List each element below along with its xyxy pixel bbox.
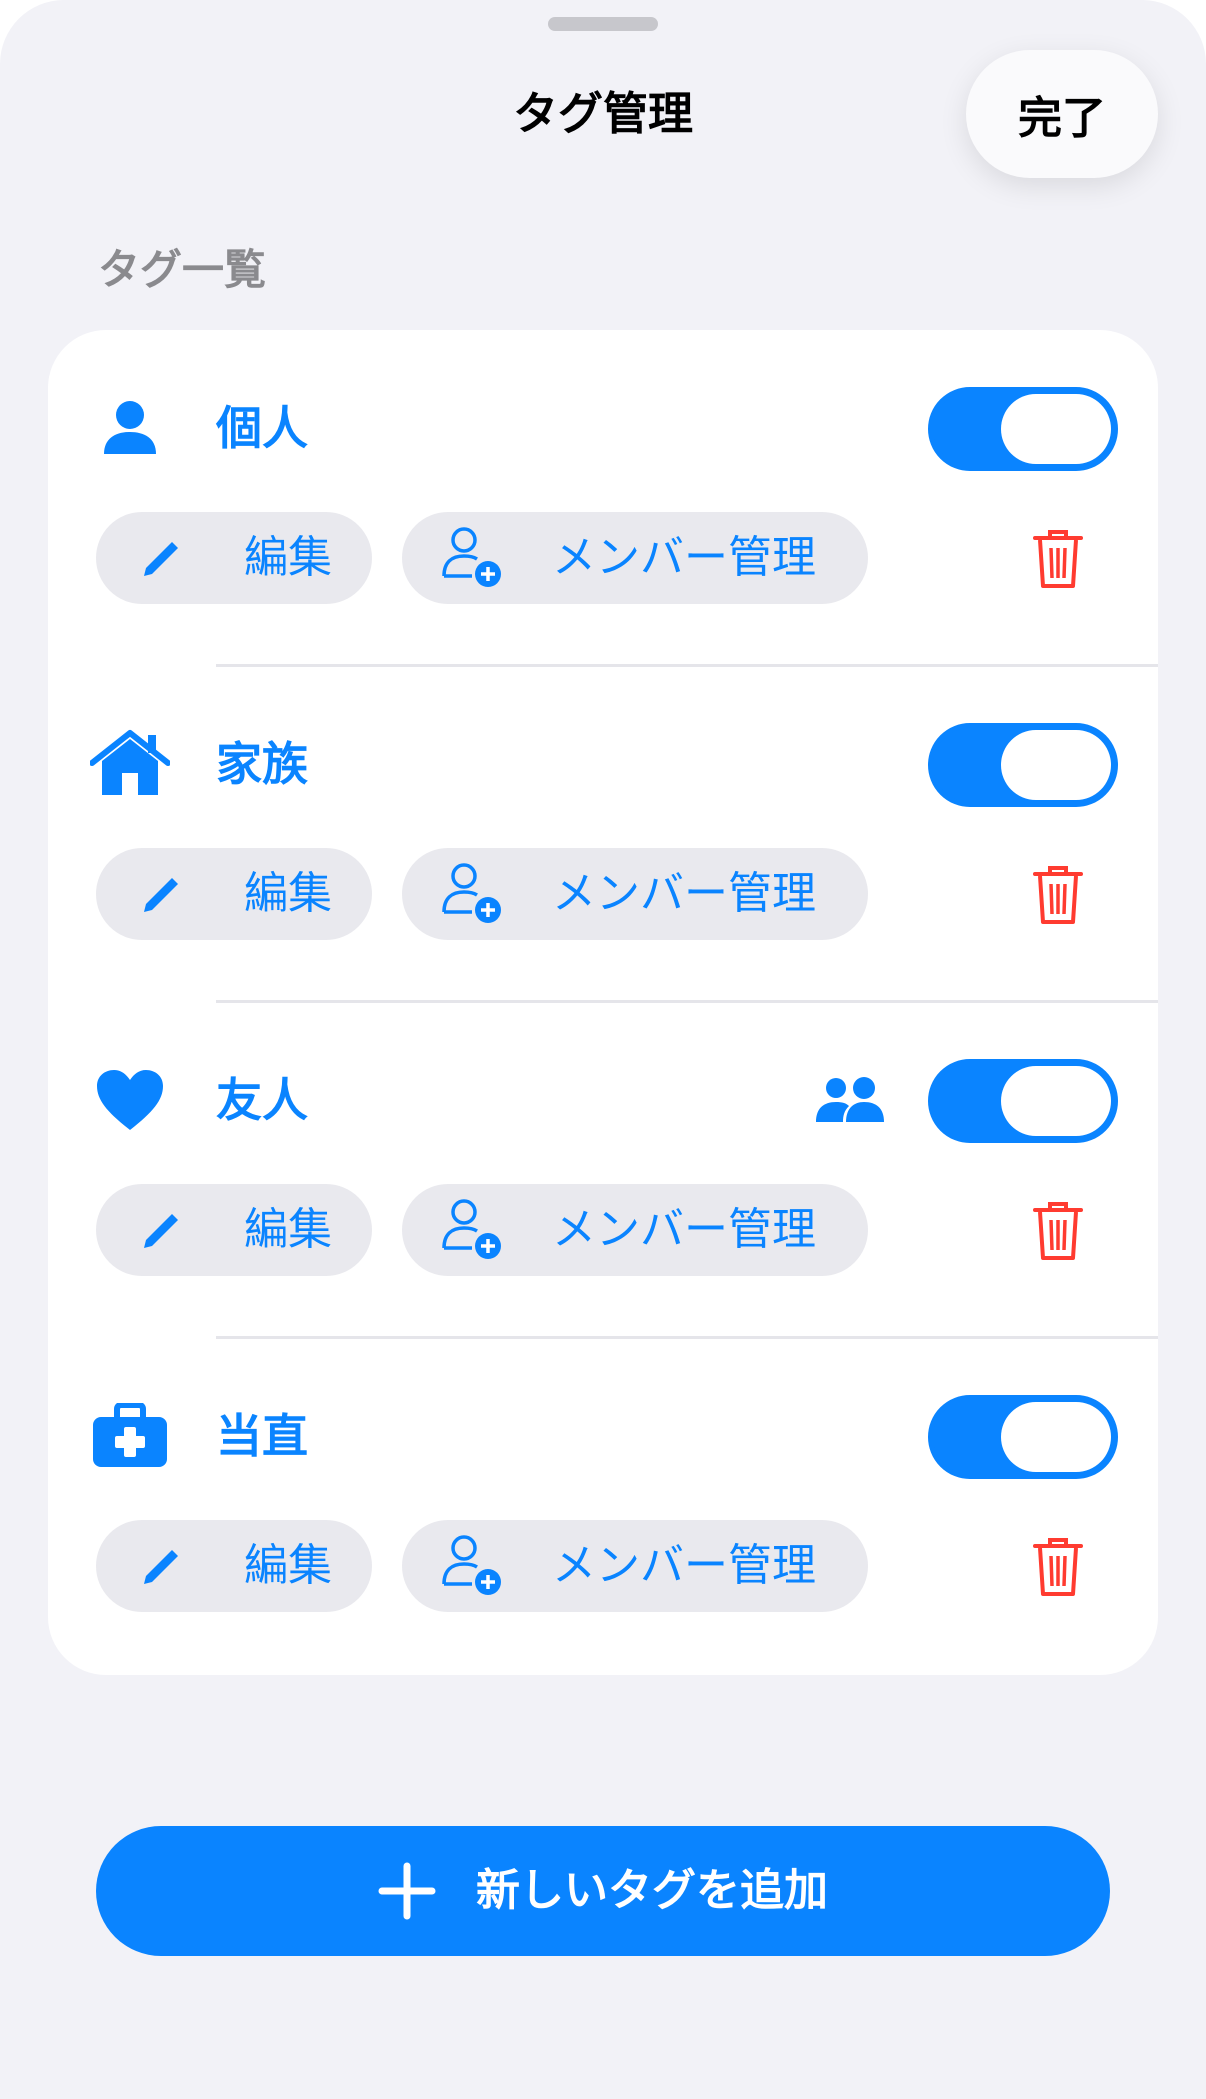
pencil-icon xyxy=(136,1206,184,1254)
edit-label: 編集 xyxy=(244,1204,332,1255)
tag-name: 当直 xyxy=(216,1409,308,1463)
tag-name: 友人 xyxy=(216,1073,308,1127)
tag-management-sheet: タグ管理 完了 タグ一覧 個人 編集 メンバー管理 家族 編集 メンバー管理 友… xyxy=(0,0,1206,2099)
edit-button[interactable]: 編集 xyxy=(96,1184,372,1276)
manage-members-button[interactable]: メンバー管理 xyxy=(402,848,868,940)
done-button[interactable]: 完了 xyxy=(966,50,1158,178)
tag-row: 個人 編集 メンバー管理 xyxy=(48,330,1158,667)
manage-members-button[interactable]: メンバー管理 xyxy=(402,1184,868,1276)
edit-button[interactable]: 編集 xyxy=(96,512,372,604)
tag-enabled-toggle[interactable] xyxy=(928,387,1118,471)
tag-enabled-toggle[interactable] xyxy=(928,1395,1118,1479)
toggle-knob xyxy=(1001,730,1111,800)
toggle-knob xyxy=(1001,1402,1111,1472)
manage-members-label: メンバー管理 xyxy=(552,1204,816,1255)
pencil-icon xyxy=(136,1542,184,1590)
medical-bag-icon xyxy=(90,1396,170,1476)
house-fill-icon xyxy=(90,724,170,804)
manage-members-button[interactable]: メンバー管理 xyxy=(402,512,868,604)
trash-icon[interactable] xyxy=(1032,864,1084,926)
sheet-grabber[interactable] xyxy=(548,17,658,31)
tag-enabled-toggle[interactable] xyxy=(928,723,1118,807)
manage-members-label: メンバー管理 xyxy=(552,868,816,919)
edit-button[interactable]: 編集 xyxy=(96,1520,372,1612)
pencil-icon xyxy=(136,870,184,918)
manage-members-label: メンバー管理 xyxy=(552,1540,816,1591)
shared-people-icon xyxy=(816,1076,888,1124)
edit-label: 編集 xyxy=(244,868,332,919)
person-fill-icon xyxy=(90,388,170,468)
person-add-icon xyxy=(440,524,506,590)
plus-icon xyxy=(378,1862,436,1920)
toggle-knob xyxy=(1001,394,1111,464)
add-tag-button[interactable]: 新しいタグを追加 xyxy=(96,1826,1110,1956)
tag-row: 友人 編集 メンバー管理 xyxy=(48,1002,1158,1339)
pencil-icon xyxy=(136,534,184,582)
section-header: タグ一覧 xyxy=(98,245,267,294)
tag-list-card: 個人 編集 メンバー管理 家族 編集 メンバー管理 友人 編集 メンバー管理 当… xyxy=(48,330,1158,1675)
person-add-icon xyxy=(440,860,506,926)
toggle-knob xyxy=(1001,1066,1111,1136)
edit-label: 編集 xyxy=(244,1540,332,1591)
manage-members-button[interactable]: メンバー管理 xyxy=(402,1520,868,1612)
tag-row: 当直 編集 メンバー管理 xyxy=(48,1338,1158,1674)
tag-name: 家族 xyxy=(216,737,308,791)
trash-icon[interactable] xyxy=(1032,1200,1084,1262)
person-add-icon xyxy=(440,1532,506,1598)
add-tag-label: 新しいタグを追加 xyxy=(476,1865,828,1916)
edit-button[interactable]: 編集 xyxy=(96,848,372,940)
heart-fill-icon xyxy=(90,1060,170,1140)
tag-enabled-toggle[interactable] xyxy=(928,1059,1118,1143)
person-add-icon xyxy=(440,1196,506,1262)
edit-label: 編集 xyxy=(244,532,332,583)
trash-icon[interactable] xyxy=(1032,528,1084,590)
tag-name: 個人 xyxy=(216,401,308,455)
manage-members-label: メンバー管理 xyxy=(552,532,816,583)
trash-icon[interactable] xyxy=(1032,1536,1084,1598)
tag-row: 家族 編集 メンバー管理 xyxy=(48,666,1158,1003)
